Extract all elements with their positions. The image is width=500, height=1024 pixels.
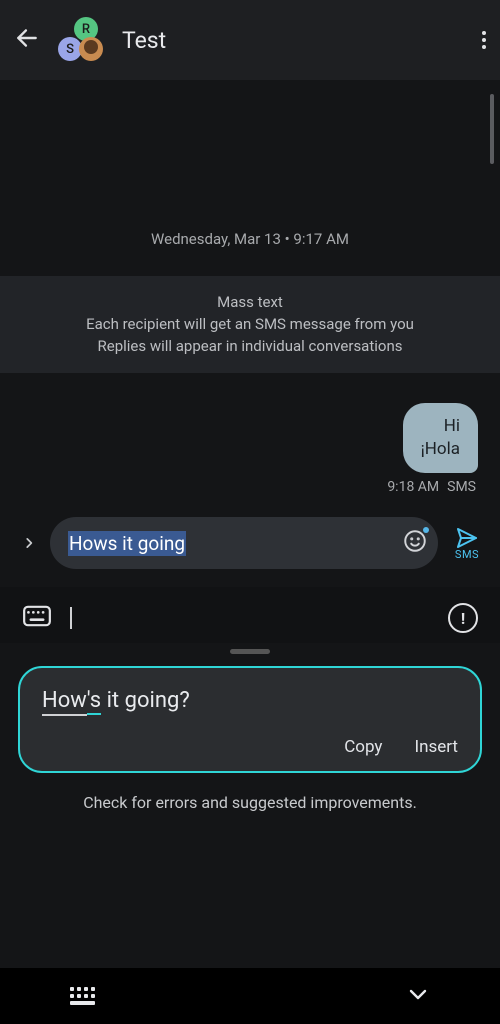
emoji-icon[interactable] — [402, 528, 428, 558]
send-button[interactable]: SMS — [452, 526, 482, 561]
insert-button[interactable]: Insert — [414, 737, 458, 757]
collapse-keyboard-icon[interactable] — [406, 982, 430, 1010]
more-options-icon[interactable] — [482, 28, 486, 52]
sent-message-bubble[interactable]: Hi ¡Hola — [403, 403, 478, 473]
banner-line2: Each recipient will get an SMS message f… — [30, 314, 470, 336]
message-via: SMS — [447, 479, 476, 495]
expand-attachments-icon[interactable] — [22, 531, 36, 555]
scrollbar[interactable] — [490, 94, 494, 164]
text-cursor — [70, 607, 72, 629]
banner-line3: Replies will appear in individual conver… — [30, 336, 470, 358]
group-avatar[interactable]: R S — [56, 17, 102, 63]
keyboard-icon[interactable] — [22, 605, 52, 631]
compose-text[interactable]: Hows it going — [68, 532, 392, 555]
date-divider: Wednesday, Mar 13 • 9:17 AM — [0, 230, 500, 248]
banner-line1: Mass text — [30, 292, 470, 314]
avatar-photo — [79, 37, 103, 61]
send-label: SMS — [455, 548, 479, 561]
conversation-title[interactable]: Test — [122, 27, 466, 54]
switch-keyboard-icon[interactable] — [70, 987, 95, 1005]
message-time: 9:18 AM — [387, 479, 439, 495]
compose-input[interactable]: Hows it going — [50, 517, 438, 569]
grammar-suggestion-card[interactable]: How's it going? Copy Insert — [18, 666, 482, 773]
back-button[interactable] — [14, 25, 40, 55]
mass-text-banner: Mass text Each recipient will get an SMS… — [0, 276, 500, 373]
drag-handle[interactable] — [230, 649, 270, 654]
copy-button[interactable]: Copy — [344, 737, 382, 757]
suggestion-text: How's it going? — [42, 688, 458, 715]
suggestion-tip: Check for errors and suggested improveme… — [18, 793, 482, 812]
alert-icon[interactable]: ! — [448, 603, 478, 633]
